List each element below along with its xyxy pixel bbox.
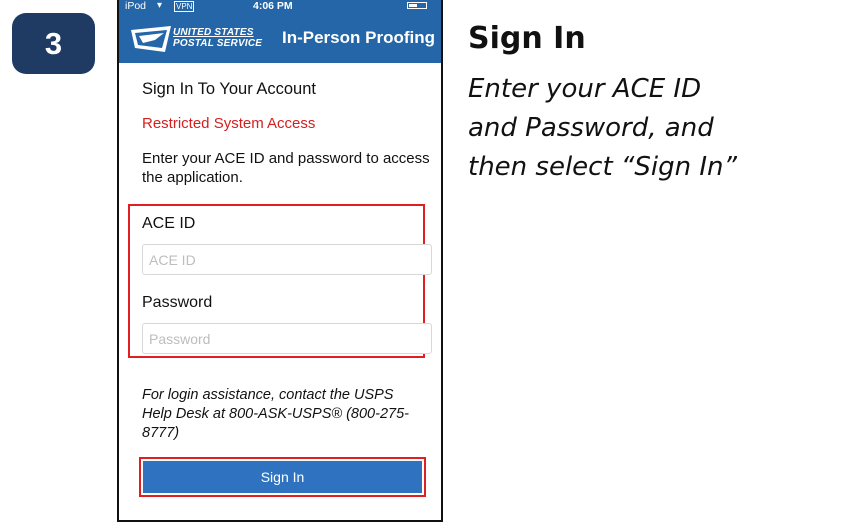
app-title: In-Person Proofing xyxy=(282,28,435,47)
usps-wordmark-line1: UNITED STATES xyxy=(173,27,254,38)
password-label: Password xyxy=(142,294,213,311)
phone-screen: iPod ▾ VPN 4:06 PM UNITED STATES POSTAL … xyxy=(117,0,443,522)
status-time: 4:06 PM xyxy=(253,0,293,12)
restricted-access-notice: Restricted System Access xyxy=(142,115,316,132)
battery-icon xyxy=(407,2,427,9)
step-number-badge: 3 xyxy=(12,13,95,74)
usps-eagle-logo-icon xyxy=(131,26,171,52)
step-title: Sign In xyxy=(468,21,586,56)
usps-wordmark-line2: POSTAL SERVICE xyxy=(173,38,263,49)
status-bar: iPod ▾ VPN 4:06 PM xyxy=(119,0,441,12)
sign-in-instructions: Enter your ACE ID and password to access… xyxy=(142,150,430,186)
password-input[interactable] xyxy=(142,323,432,354)
app-header: UNITED STATES POSTAL SERVICE In-Person P… xyxy=(119,12,441,63)
wifi-icon: ▾ xyxy=(157,0,163,11)
step-description-line1: Enter your ACE ID xyxy=(468,74,702,104)
ace-id-label: ACE ID xyxy=(142,215,196,232)
step-description-line2: and Password, and xyxy=(468,113,714,143)
credentials-highlight: ACE ID Password xyxy=(128,204,432,358)
ace-id-input[interactable] xyxy=(142,244,432,275)
device-name: iPod xyxy=(125,0,147,12)
step-number: 3 xyxy=(44,25,63,61)
sign-in-heading: Sign In To Your Account xyxy=(142,80,316,98)
step-description-line3: then select “Sign In” xyxy=(468,152,737,182)
login-help-text: For login assistance, contact the USPS H… xyxy=(142,387,409,441)
sign-in-button[interactable]: Sign In xyxy=(143,461,422,493)
sign-in-highlight: Sign In xyxy=(139,457,426,497)
step-description: Enter your ACE ID and Password, and then… xyxy=(468,70,848,187)
usps-wordmark: UNITED STATES POSTAL SERVICE xyxy=(173,27,262,49)
vpn-indicator: VPN xyxy=(174,1,195,12)
